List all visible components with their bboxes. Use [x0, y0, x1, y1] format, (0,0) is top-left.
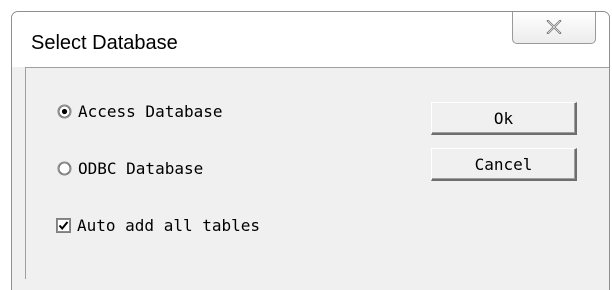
odbc-database-label: ODBC Database	[78, 158, 204, 178]
cancel-button[interactable]: Cancel	[431, 148, 577, 181]
dialog-body: Access Database ODBC Database Auto add a…	[25, 67, 609, 279]
ok-button[interactable]: Ok	[431, 102, 577, 135]
close-icon	[546, 20, 562, 34]
odbc-database-radio[interactable]	[57, 161, 72, 176]
select-database-dialog: Select Database Access Database ODBC Dat…	[11, 11, 610, 290]
auto-add-tables-option[interactable]: Auto add all tables	[26, 214, 260, 236]
auto-add-tables-checkbox[interactable]	[56, 217, 71, 233]
close-button[interactable]	[512, 12, 596, 44]
dialog-title: Select Database	[31, 32, 178, 54]
auto-add-tables-label: Auto add all tables	[77, 215, 261, 235]
access-database-label: Access Database	[78, 101, 223, 121]
radio-selected-dot	[61, 108, 68, 114]
title-bar: Select Database	[12, 12, 609, 67]
odbc-database-radio-option[interactable]: ODBC Database	[26, 157, 203, 179]
access-database-radio-option[interactable]: Access Database	[26, 100, 223, 122]
access-database-radio[interactable]	[57, 104, 72, 119]
